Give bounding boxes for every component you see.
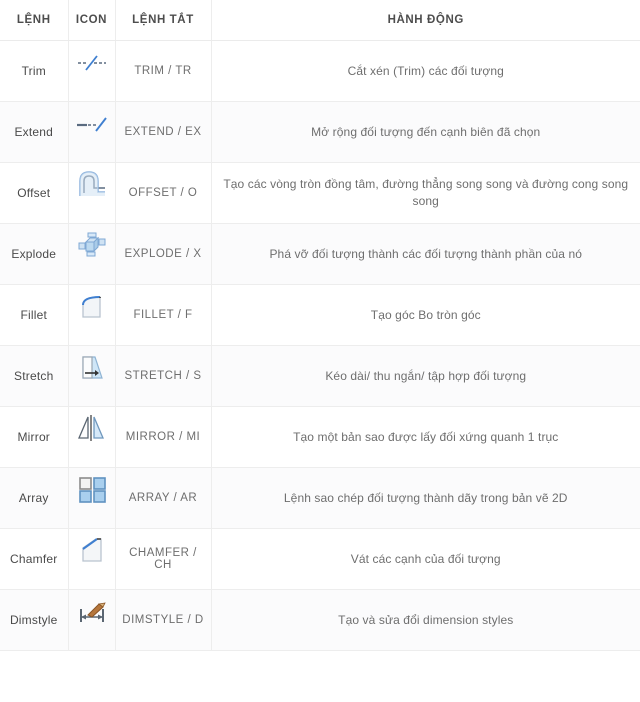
cell-action: Cắt xén (Trim) các đối tượng	[211, 40, 640, 102]
cell-shortcut: ARRAY / AR	[115, 467, 212, 529]
mirror-icon	[75, 413, 109, 443]
cell-icon	[68, 223, 116, 285]
cell-shortcut: EXTEND / EX	[115, 101, 212, 163]
table-body: Trim TRIM / TR Cắt xén (Trim) các đối tượ…	[0, 40, 640, 651]
table-header-row: LỆNH ICON LỆNH TẮT HÀNH ĐỘNG	[0, 0, 640, 41]
trim-icon	[75, 47, 109, 77]
cell-action: Tạo một bản sao được lấy đối xứng quanh …	[211, 406, 640, 468]
table-row: Stretch STRETCH / S Kéo dài/ thu ngắn/ tậ…	[0, 345, 640, 407]
table-row: Extend EXTEND / EX Mở rộng đối tượng đến …	[0, 101, 640, 163]
cell-shortcut: STRETCH / S	[115, 345, 212, 407]
header-shortcut: LỆNH TẮT	[115, 0, 212, 41]
cell-icon	[68, 345, 116, 407]
cell-action: Tạo và sửa đổi dimension styles	[211, 589, 640, 651]
table-row: Chamfer CHAMFER / CH Vát các cạnh của đối…	[0, 528, 640, 590]
cell-action: Vát các cạnh của đối tượng	[211, 528, 640, 590]
cell-shortcut: FILLET / F	[115, 284, 212, 346]
cell-command: Chamfer	[0, 528, 69, 590]
table-row: Explode EXPLODE / X Phá vỡ đối tượng thàn…	[0, 223, 640, 285]
cell-shortcut: MIRROR / MI	[115, 406, 212, 468]
table-row: Array ARRAY / AR Lệnh sao chép đối tượng …	[0, 467, 640, 529]
cell-icon	[68, 528, 116, 590]
table-row: Dimstyle DIMSTYLE / D Tạo và sửa đổi dime…	[0, 589, 640, 651]
chamfer-icon	[75, 535, 109, 565]
header-command: LỆNH	[0, 0, 69, 41]
cell-icon	[68, 101, 116, 163]
table-row: Offset OFFSET / O Tạo các vòng tròn đồng …	[0, 162, 640, 224]
cell-action: Tạo góc Bo tròn góc	[211, 284, 640, 346]
table-row: Mirror MIRROR / MI Tạo một bản sao được l…	[0, 406, 640, 468]
offset-icon	[75, 169, 109, 199]
cell-action: Phá vỡ đối tượng thành các đối tượng thà…	[211, 223, 640, 285]
cell-command: Offset	[0, 162, 69, 224]
array-icon	[75, 474, 109, 504]
cell-icon	[68, 162, 116, 224]
cell-action: Lệnh sao chép đối tượng thành dãy trong …	[211, 467, 640, 529]
cell-icon	[68, 40, 116, 102]
header-action: HÀNH ĐỘNG	[211, 0, 640, 41]
cell-icon	[68, 467, 116, 529]
command-reference-table-container: LỆNH ICON LỆNH TẮT HÀNH ĐỘNG Trim TRIM /…	[0, 0, 640, 651]
explode-icon	[75, 230, 109, 260]
cell-command: Extend	[0, 101, 69, 163]
cell-action: Kéo dài/ thu ngắn/ tập hợp đối tượng	[211, 345, 640, 407]
cell-shortcut: OFFSET / O	[115, 162, 212, 224]
cell-command: Array	[0, 467, 69, 529]
cell-shortcut: CHAMFER / CH	[115, 528, 212, 590]
extend-icon	[75, 108, 109, 138]
cell-command: Dimstyle	[0, 589, 69, 651]
fillet-icon	[75, 291, 109, 321]
cell-command: Explode	[0, 223, 69, 285]
table-row: Trim TRIM / TR Cắt xén (Trim) các đối tượ…	[0, 40, 640, 102]
cell-shortcut: DIMSTYLE / D	[115, 589, 212, 651]
cell-action: Mở rộng đối tượng đến cạnh biên đã chọn	[211, 101, 640, 163]
table-header: LỆNH ICON LỆNH TẮT HÀNH ĐỘNG	[0, 0, 640, 41]
header-icon: ICON	[68, 0, 116, 41]
cell-icon	[68, 589, 116, 651]
cell-shortcut: EXPLODE / X	[115, 223, 212, 285]
cell-command: Mirror	[0, 406, 69, 468]
dimstyle-icon	[75, 596, 109, 626]
cell-icon	[68, 406, 116, 468]
cell-command: Trim	[0, 40, 69, 102]
table-row: Fillet FILLET / F Tạo góc Bo tròn góc	[0, 284, 640, 346]
cell-shortcut: TRIM / TR	[115, 40, 212, 102]
stretch-icon	[75, 352, 109, 382]
autocad-command-table: LỆNH ICON LỆNH TẮT HÀNH ĐỘNG Trim TRIM /…	[0, 0, 640, 651]
cell-icon	[68, 284, 116, 346]
cell-command: Stretch	[0, 345, 69, 407]
cell-command: Fillet	[0, 284, 69, 346]
cell-action: Tạo các vòng tròn đồng tâm, đường thẳng …	[211, 162, 640, 224]
